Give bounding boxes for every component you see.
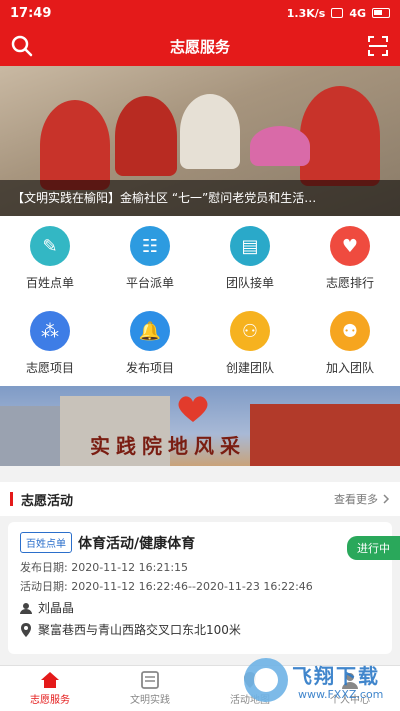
page-title: 志愿服务 [169,37,230,56]
function-grid: ✎ 百姓点单 ☷ 平台派单 ▤ 团队接单 ♥ 志愿排行 ⁂ 志愿项目 🔔 发布项… [0,216,400,386]
dispatch-icon: ☷ [130,226,170,266]
watermark-text: 飞翔下载 [292,664,380,688]
nav-item-civilization[interactable]: 文明实践 [100,666,200,711]
grid-item-join-team[interactable]: ⚉ 加入团队 [300,301,400,386]
order-tag: 百姓点单 [20,532,72,553]
grid-item-publish[interactable]: 🔔 发布项目 [100,301,200,386]
activity-card[interactable]: 百姓点单 体育活动/健康体育 进行中 发布日期: 2020-11-12 16:2… [8,522,400,654]
grid-item-create-team[interactable]: ⚇ 创建团队 [200,301,300,386]
grid-label: 加入团队 [325,361,374,375]
activity-address: 聚富巷西与青山西路交叉口东北100米 [38,623,241,637]
order-icon: ✎ [30,226,70,266]
user-icon [20,602,32,614]
create-team-icon: ⚇ [230,311,270,351]
chevron-right-icon [383,494,390,504]
nav-item-volunteer[interactable]: 志愿服务 [0,666,100,711]
grid-label: 志愿排行 [325,276,374,290]
grid-item-order[interactable]: ✎ 百姓点单 [0,216,100,301]
join-team-icon: ⚉ [330,311,370,351]
contact-person: 刘晶晶 [38,601,75,615]
view-more-label: 查看更多 [334,493,378,506]
activity-date: 活动日期: 2020-11-12 16:22:46--2020-11-23 16… [20,580,313,593]
nav-label: 文明实践 [130,695,170,706]
battery-icon [372,8,390,18]
grid-label: 团队接单 [225,276,274,290]
grid-label: 百姓点单 [25,276,74,290]
heart-rank-icon: ♥ [330,226,370,266]
location-pin-icon [21,622,31,637]
home-icon [41,672,59,688]
promo-slogan: 实践院地风采 [90,434,246,458]
news-icon [141,671,159,689]
search-button[interactable] [8,32,36,60]
watermark-logo-icon [244,658,288,702]
team-accept-icon: ▤ [230,226,270,266]
search-icon [11,35,33,57]
watermark: 飞翔下载 www.FXXZ.com [244,656,394,708]
grid-label: 志愿项目 [25,361,74,375]
signal-icon [331,8,344,18]
publish-icon: 🔔 [130,311,170,351]
grid-label: 发布项目 [125,361,174,375]
app-header: 志愿服务 [0,26,400,66]
watermark-url: www.FXXZ.com [298,688,384,701]
status-time: 17:49 [10,5,52,21]
grid-label: 创建团队 [225,361,274,375]
section-accent-bar [10,492,13,506]
grid-item-dispatch[interactable]: ☷ 平台派单 [100,216,200,301]
network-speed: 1.3K/s [286,6,326,20]
activity-title: 体育活动/健康体育 [78,535,196,552]
section-header: 志愿活动 查看更多 [0,482,400,516]
grid-item-team-accept[interactable]: ▤ 团队接单 [200,216,300,301]
section-title: 志愿活动 [21,493,74,509]
banner-carousel[interactable]: 【文明实践在榆阳】金榆社区 “七一”慰问老党员和生活… [0,66,400,216]
view-more-link[interactable]: 查看更多 [334,491,390,507]
banner-caption: 【文明实践在榆阳】金榆社区 “七一”慰问老党员和生活… [0,180,400,216]
nav-label: 志愿服务 [30,695,70,706]
network-type: 4G [349,6,366,20]
heart-logo-icon [178,396,208,422]
promo-banner[interactable]: 实践院地风采 [0,386,400,466]
status-badge: 进行中 [347,536,400,560]
publish-date: 发布日期: 2020-11-12 16:21:15 [20,561,189,574]
grid-item-rank[interactable]: ♥ 志愿排行 [300,216,400,301]
scan-icon [368,36,388,56]
scan-button[interactable] [364,32,392,60]
status-bar: 17:49 1.3K/s 4G [0,0,400,26]
project-icon: ⁂ [30,311,70,351]
grid-item-project[interactable]: ⁂ 志愿项目 [0,301,100,386]
grid-label: 平台派单 [125,276,174,290]
